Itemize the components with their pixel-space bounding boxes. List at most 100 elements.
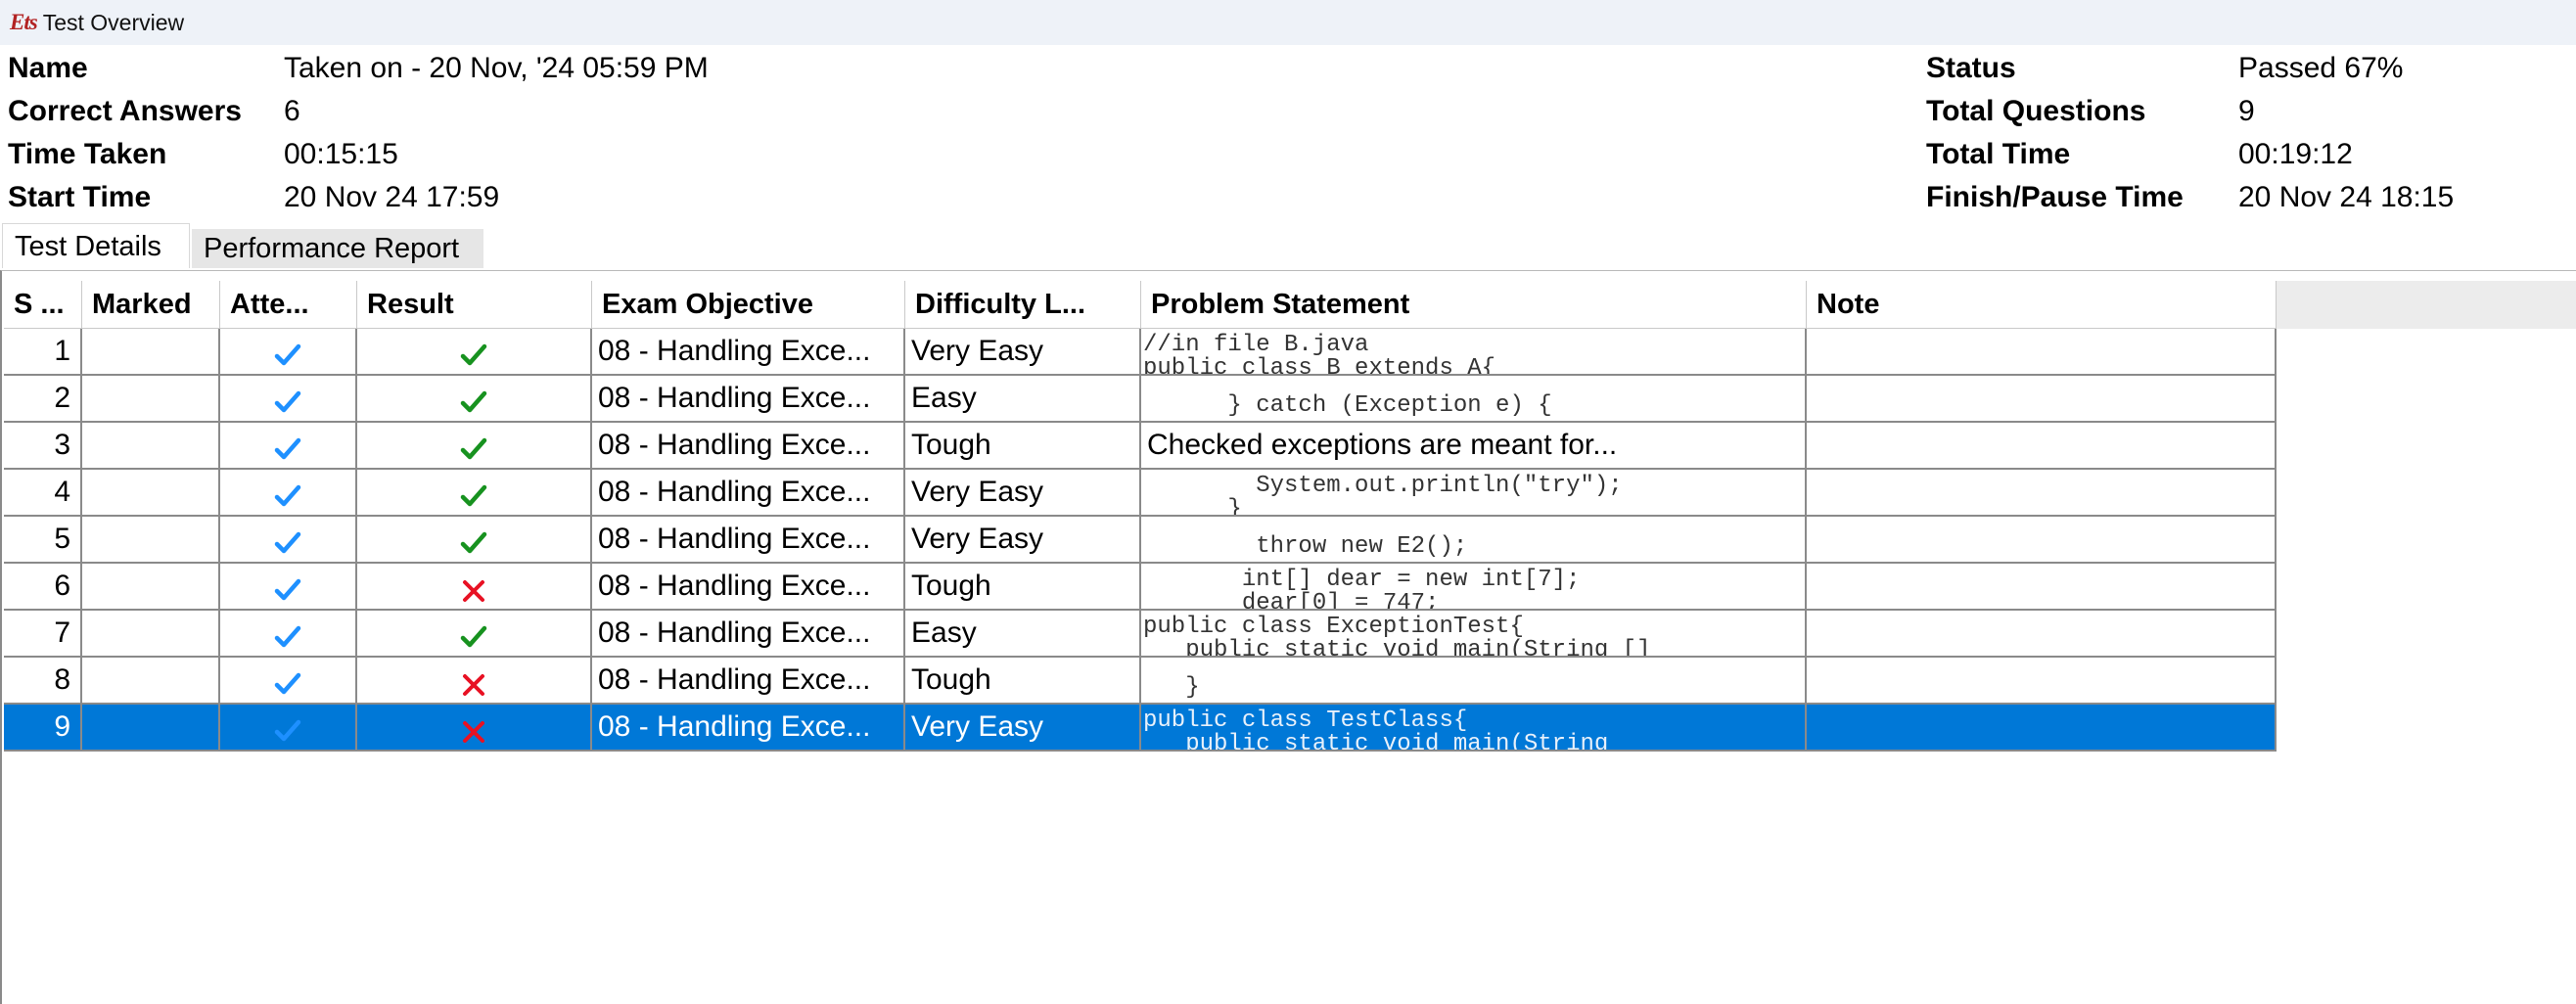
exam-objective-cell[interactable]: 08 - Handling Exce... [592,329,905,376]
attempted-cell[interactable] [220,376,357,423]
result-cell[interactable] [357,564,592,611]
problem-statement-cell[interactable]: Checked exceptions are meant for... [1141,423,1807,470]
col-note-header[interactable]: Note [1807,281,2277,329]
total-questions-label: Total Questions [1926,95,2146,127]
marked-cell[interactable] [82,658,220,705]
note-cell[interactable] [1807,611,2277,658]
result-cell[interactable] [357,423,592,470]
serial-cell[interactable]: 1 [4,329,82,376]
name-value: Taken on - 20 Nov, '24 05:59 PM [284,52,709,84]
attempted-cell[interactable] [220,564,357,611]
serial-cell[interactable]: 3 [4,423,82,470]
note-cell[interactable] [1807,517,2277,564]
tab-performance-report[interactable]: Performance Report [192,229,483,268]
serial-cell[interactable]: 2 [4,376,82,423]
note-cell[interactable] [1807,564,2277,611]
problem-statement-cell[interactable]: //in file B.java public class B extends A… [1141,329,1807,376]
exam-objective-cell[interactable]: 08 - Handling Exce... [592,564,905,611]
result-cell[interactable] [357,376,592,423]
exam-objective-cell[interactable]: 08 - Handling Exce... [592,658,905,705]
exam-objective-cell[interactable]: 08 - Handling Exce... [592,611,905,658]
col-difficulty-header[interactable]: Difficulty L... [905,281,1141,329]
result-cell[interactable] [357,658,592,705]
marked-cell[interactable] [82,470,220,517]
table-row[interactable]: 9 08 - Handling Exce... Very Easy public cl… [4,705,2277,752]
marked-cell[interactable] [82,329,220,376]
code-line: public static void main(String [1143,731,1609,752]
result-cell[interactable] [357,611,592,658]
attempted-cell[interactable] [220,329,357,376]
result-cell[interactable] [357,470,592,517]
problem-statement-cell[interactable]: } [1141,658,1807,705]
serial-cell[interactable]: 5 [4,517,82,564]
exam-objective-cell[interactable]: 08 - Handling Exce... [592,423,905,470]
summary-panel: Name Taken on - 20 Nov, '24 05:59 PM Cor… [0,47,2576,219]
marked-cell[interactable] [82,611,220,658]
difficulty-cell[interactable]: Tough [905,423,1141,470]
total-questions-value: 9 [2238,95,2255,127]
col-problem-statement-header[interactable]: Problem Statement [1141,281,1807,329]
problem-statement-cell[interactable]: System.out.println("try"); } [1141,470,1807,517]
attempted-cell[interactable] [220,611,357,658]
problem-statement-cell[interactable]: } catch (Exception e) { [1141,376,1807,423]
problem-statement-cell[interactable]: int[] dear = new int[7]; dear[0] = 747; [1141,564,1807,611]
exam-objective-cell[interactable]: 08 - Handling Exce... [592,705,905,752]
difficulty-cell[interactable]: Very Easy [905,705,1141,752]
attempted-cell[interactable] [220,470,357,517]
serial-cell[interactable]: 7 [4,611,82,658]
result-cell[interactable] [357,329,592,376]
attempted-cell[interactable] [220,658,357,705]
serial-cell[interactable]: 8 [4,658,82,705]
tab-test-details[interactable]: Test Details [2,223,190,268]
attempted-cell[interactable] [220,705,357,752]
serial-cell[interactable]: 4 [4,470,82,517]
col-exam-objective-header[interactable]: Exam Objective [592,281,905,329]
difficulty-cell[interactable]: Easy [905,376,1141,423]
difficulty-cell[interactable]: Very Easy [905,517,1141,564]
marked-cell[interactable] [82,423,220,470]
serial-cell[interactable]: 6 [4,564,82,611]
note-cell[interactable] [1807,423,2277,470]
table-row[interactable]: 3 08 - Handling Exce... Tough Checked excep… [4,423,2277,470]
problem-statement-cell[interactable]: public class ExceptionTest{ public stati… [1141,611,1807,658]
difficulty-cell[interactable]: Tough [905,658,1141,705]
col-serial-header[interactable]: S ... [4,281,82,329]
table-row[interactable]: 7 08 - Handling Exce... Easy public class E… [4,611,2277,658]
col-marked-header[interactable]: Marked [82,281,220,329]
marked-cell[interactable] [82,517,220,564]
attempted-cell[interactable] [220,517,357,564]
table-row[interactable]: 2 08 - Handling Exce... Easy } catch (Exce… [4,376,2277,423]
difficulty-cell[interactable]: Tough [905,564,1141,611]
table-row[interactable]: 5 08 - Handling Exce... Very Easy throw ne… [4,517,2277,564]
col-attempted-header[interactable]: Atte... [220,281,357,329]
note-cell[interactable] [1807,658,2277,705]
problem-statement-cell[interactable]: throw new E2(); [1141,517,1807,564]
table-row[interactable]: 8 08 - Handling Exce... Tough } [4,658,2277,705]
start-time-value: 20 Nov 24 17:59 [284,181,500,213]
check-icon [274,431,301,468]
difficulty-cell[interactable]: Very Easy [905,329,1141,376]
note-cell[interactable] [1807,705,2277,752]
difficulty-cell[interactable]: Very Easy [905,470,1141,517]
note-cell[interactable] [1807,376,2277,423]
col-result-header[interactable]: Result [357,281,592,329]
attempted-cell[interactable] [220,423,357,470]
marked-cell[interactable] [82,705,220,752]
marked-cell[interactable] [82,376,220,423]
note-cell[interactable] [1807,470,2277,517]
app-logo: Ets [10,10,38,34]
marked-cell[interactable] [82,564,220,611]
table-row[interactable]: 6 08 - Handling Exce... Tough int[] dear =… [4,564,2277,611]
result-cell[interactable] [357,705,592,752]
exam-objective-cell[interactable]: 08 - Handling Exce... [592,470,905,517]
exam-objective-cell[interactable]: 08 - Handling Exce... [592,517,905,564]
table-row[interactable]: 1 08 - Handling Exce... Very Easy//in file… [4,329,2277,376]
difficulty-cell[interactable]: Easy [905,611,1141,658]
table-row[interactable]: 4 08 - Handling Exce... Very Easy System.o… [4,470,2277,517]
serial-cell[interactable]: 9 [4,705,82,752]
wrong-cross-icon [462,571,485,609]
result-cell[interactable] [357,517,592,564]
note-cell[interactable] [1807,329,2277,376]
problem-statement-cell[interactable]: public class TestClass{ public static vo… [1141,705,1807,752]
exam-objective-cell[interactable]: 08 - Handling Exce... [592,376,905,423]
